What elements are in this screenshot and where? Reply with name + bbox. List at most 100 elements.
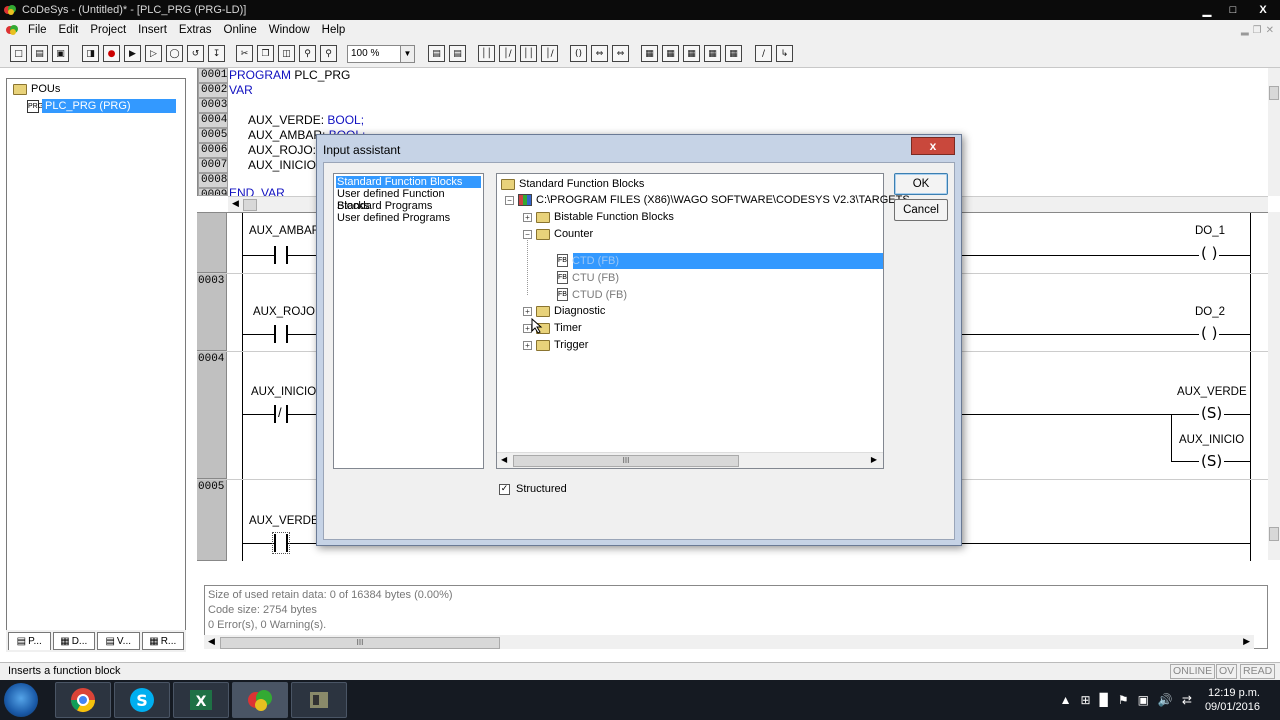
- return-icon[interactable]: ▦: [662, 45, 679, 62]
- pou-root[interactable]: POUs: [13, 83, 60, 95]
- box-icon[interactable]: ▦: [683, 45, 700, 62]
- network-icon[interactable]: ▤: [449, 45, 466, 62]
- codesys-menu-icon[interactable]: [5, 23, 19, 37]
- scroll-right-icon[interactable]: ▶: [1243, 636, 1250, 647]
- coil-symbol[interactable]: ( ): [1199, 244, 1220, 262]
- scroll-thumb[interactable]: [243, 199, 257, 211]
- tab-data-types[interactable]: ▦ D...: [52, 632, 95, 650]
- maximize-button[interactable]: □: [1220, 2, 1246, 18]
- menu-online[interactable]: Online: [218, 24, 263, 36]
- volume-icon[interactable]: 🔊: [1158, 693, 1173, 707]
- tab-pous[interactable]: ▤ P...: [8, 632, 51, 650]
- coil-symbol[interactable]: ( ): [1199, 324, 1220, 342]
- copy-icon[interactable]: ❐: [257, 45, 274, 62]
- tree-folder-diagnostic[interactable]: + Diagnostic: [523, 305, 605, 317]
- menu-file[interactable]: File: [22, 24, 53, 36]
- set-coil-symbol[interactable]: (S): [1199, 404, 1225, 422]
- tree-root-node[interactable]: Standard Function Blocks: [501, 178, 644, 190]
- cancel-button[interactable]: Cancel: [894, 199, 948, 221]
- cut-icon[interactable]: ✂: [236, 45, 253, 62]
- clock[interactable]: 12:19 p.m. 09/01/2016: [1205, 686, 1260, 714]
- write-values-icon[interactable]: ↧: [208, 45, 225, 62]
- scroll-left-icon[interactable]: ◀: [501, 455, 507, 464]
- contact-icon[interactable]: ││: [478, 45, 495, 62]
- contact-symbol[interactable]: [272, 532, 290, 554]
- network-signal-icon[interactable]: ▉: [1100, 693, 1109, 707]
- coil-icon[interactable]: (): [570, 45, 587, 62]
- scroll-left-icon[interactable]: ◀: [208, 636, 215, 647]
- select-icon[interactable]: ↳: [776, 45, 793, 62]
- contact-symbol[interactable]: [274, 246, 288, 264]
- tree-folder-bistable[interactable]: + Bistable Function Blocks: [523, 211, 674, 223]
- mdi-close-icon[interactable]: ✕: [1266, 25, 1274, 36]
- ladder-vertical-scrollbar[interactable]: [1268, 212, 1280, 560]
- step-icon[interactable]: ▷: [145, 45, 162, 62]
- scroll-thumb[interactable]: III: [513, 455, 739, 467]
- taskbar-app[interactable]: [291, 682, 347, 718]
- tree-item-ctu[interactable]: FB CTU (FB): [557, 271, 619, 284]
- close-button[interactable]: X: [1246, 2, 1280, 18]
- dialog-close-button[interactable]: x: [911, 137, 955, 155]
- new-file-icon[interactable]: □: [10, 45, 27, 62]
- declaration-vertical-scrollbar[interactable]: [1268, 68, 1280, 196]
- open-folder-icon[interactable]: ▤: [31, 45, 48, 62]
- windows-icon[interactable]: ⊞: [1081, 693, 1091, 707]
- negated-contact-icon[interactable]: ││: [520, 45, 537, 62]
- find-next-icon[interactable]: ⚲: [320, 45, 337, 62]
- expand-icon[interactable]: +: [523, 212, 532, 222]
- parallel-contact-icon[interactable]: │/: [499, 45, 516, 62]
- menu-edit[interactable]: Edit: [53, 24, 85, 36]
- login-icon[interactable]: ◨: [82, 45, 99, 62]
- tree-library-node[interactable]: − C:\PROGRAM FILES (X86)\WAGO SOFTWARE\CO…: [505, 194, 910, 206]
- tab-resources[interactable]: ▦ R...: [141, 632, 184, 650]
- minimize-button[interactable]: ▁: [1194, 2, 1220, 18]
- category-standard-programs[interactable]: Standard Programs: [336, 200, 481, 212]
- tree-folder-counter[interactable]: − Counter: [523, 228, 593, 240]
- taskbar-excel[interactable]: X: [173, 682, 229, 718]
- set-coil-symbol[interactable]: (S): [1199, 452, 1225, 470]
- flag-icon[interactable]: ⚑: [1118, 693, 1129, 707]
- tree-item-ctd[interactable]: FB CTD (FB): [557, 254, 619, 267]
- find-icon[interactable]: ⚲: [299, 45, 316, 62]
- contact-symbol[interactable]: [274, 325, 288, 343]
- chevron-down-icon[interactable]: ▼: [400, 46, 414, 62]
- scroll-thumb[interactable]: [1269, 86, 1279, 100]
- comment-icon[interactable]: ▤: [428, 45, 445, 62]
- structured-checkbox[interactable]: ✓: [499, 483, 510, 495]
- collapse-icon[interactable]: −: [505, 195, 514, 205]
- tree-folder-trigger[interactable]: + Trigger: [523, 339, 588, 351]
- expand-icon[interactable]: +: [523, 340, 532, 350]
- ok-button[interactable]: OK: [894, 173, 948, 195]
- menu-help[interactable]: Help: [316, 24, 352, 36]
- message-horizontal-scrollbar[interactable]: ◀ III ▶: [204, 635, 1254, 649]
- input-icon[interactable]: ▦: [725, 45, 742, 62]
- zoom-select[interactable]: 100 % ▼: [347, 45, 415, 63]
- expand-icon[interactable]: +: [523, 306, 532, 316]
- language-icon[interactable]: ⇄: [1182, 693, 1192, 707]
- paste-icon[interactable]: ◫: [278, 45, 295, 62]
- save-icon[interactable]: ▣: [52, 45, 69, 62]
- function-block-icon[interactable]: │/: [541, 45, 558, 62]
- line-icon[interactable]: ∕: [755, 45, 772, 62]
- structured-checkbox-row[interactable]: ✓ Structured: [499, 483, 567, 495]
- scroll-thumb[interactable]: [1269, 527, 1279, 541]
- scroll-left-icon[interactable]: ◀: [232, 198, 239, 209]
- tab-visualizations[interactable]: ▤ V...: [97, 632, 140, 650]
- mdi-restore-icon[interactable]: ❐: [1253, 25, 1262, 36]
- scroll-right-icon[interactable]: ▶: [871, 455, 877, 464]
- stop-icon[interactable]: ●: [103, 45, 120, 62]
- tree-horizontal-scrollbar[interactable]: ◀ III ▶: [497, 452, 883, 468]
- single-cycle-icon[interactable]: ↺: [187, 45, 204, 62]
- breakpoint-icon[interactable]: ◯: [166, 45, 183, 62]
- negated-contact-symbol[interactable]: /: [274, 405, 288, 423]
- jump-icon[interactable]: ▦: [641, 45, 658, 62]
- scroll-thumb[interactable]: III: [220, 637, 500, 649]
- pou-item-plc-prg[interactable]: PRG PLC_PRG (PRG): [27, 99, 176, 113]
- run-icon[interactable]: ▶: [124, 45, 141, 62]
- start-button[interactable]: [4, 683, 38, 717]
- menu-extras[interactable]: Extras: [173, 24, 218, 36]
- menu-insert[interactable]: Insert: [132, 24, 173, 36]
- show-hidden-icons-icon[interactable]: ▲: [1060, 693, 1072, 707]
- device-icon[interactable]: ▣: [1138, 693, 1149, 707]
- reset-coil-icon[interactable]: ⇔: [612, 45, 629, 62]
